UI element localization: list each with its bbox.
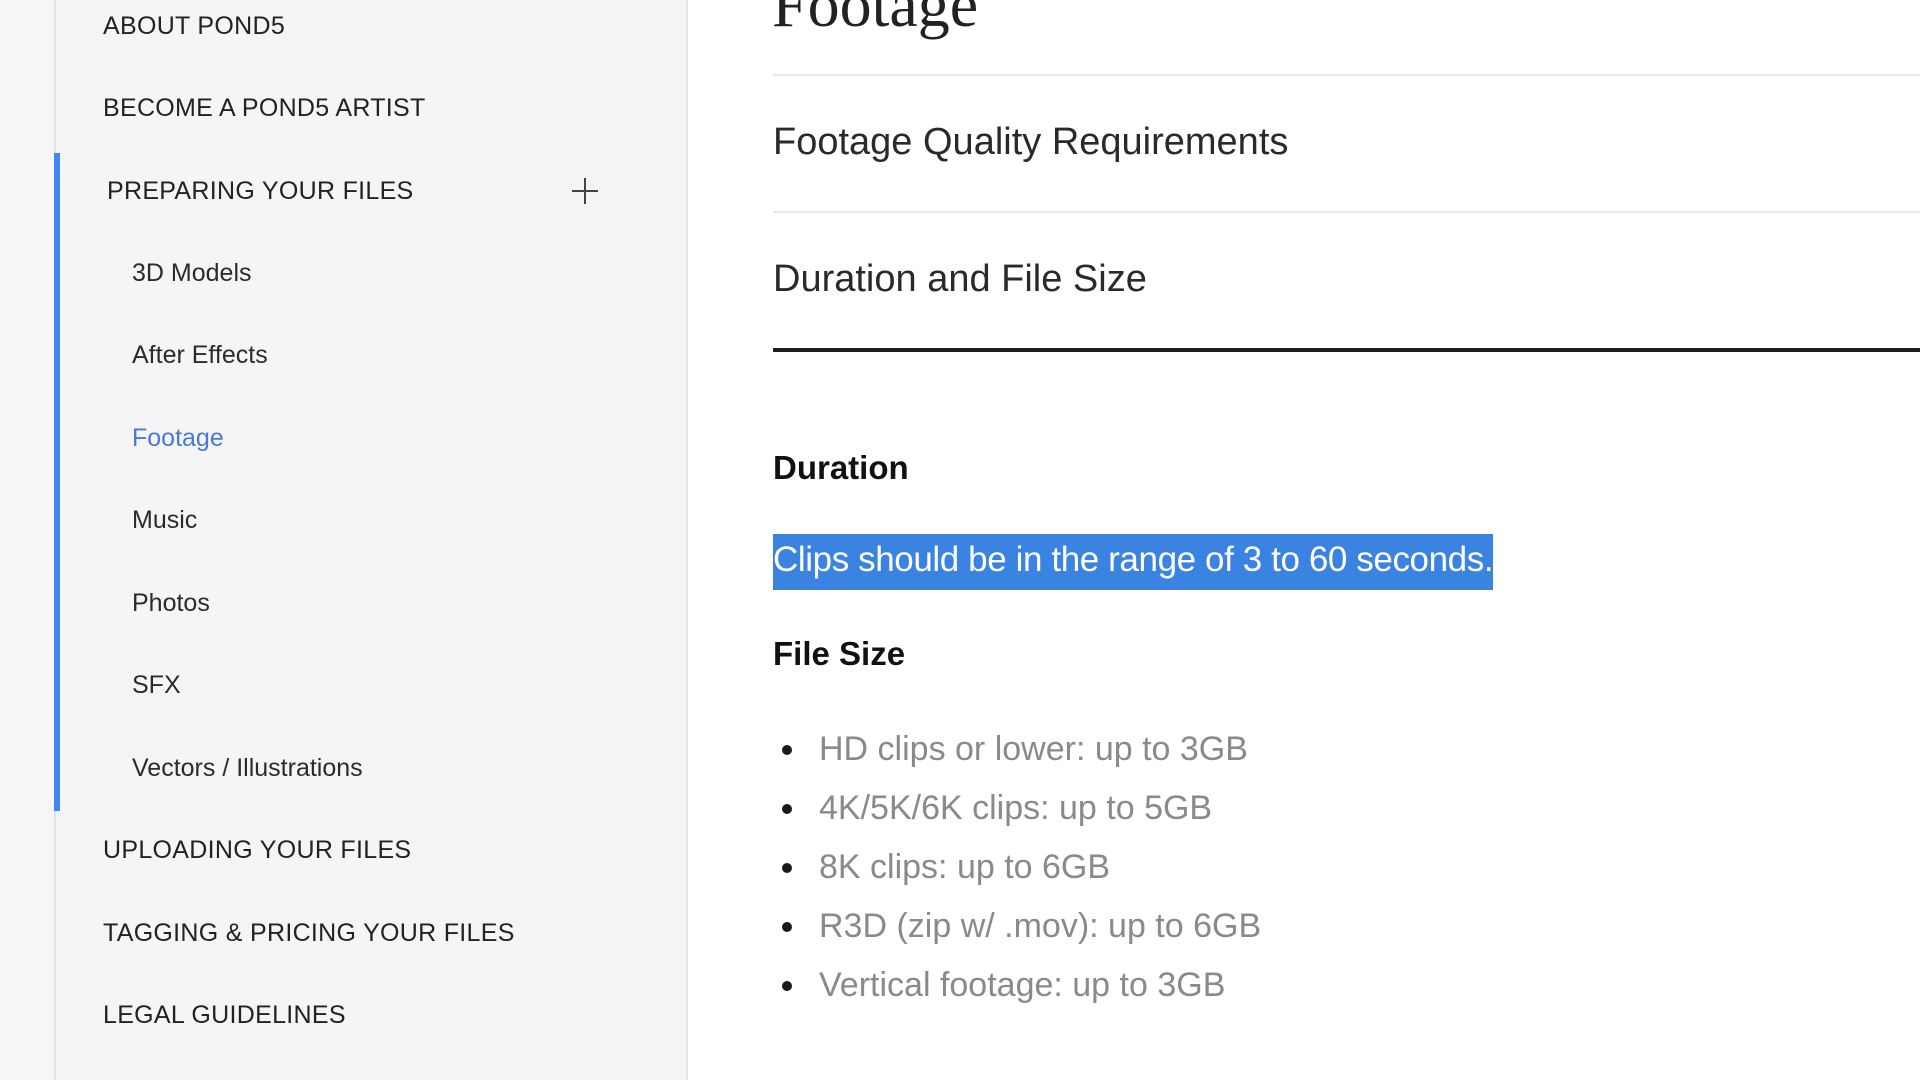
plus-icon[interactable] [572,178,598,204]
list-item: Vertical footage: up to 3GB [773,959,1261,1018]
bullet-icon [782,981,792,991]
list-item-text: 8K clips: up to 6GB [819,848,1111,886]
bullet-icon [782,922,792,932]
list-item: R3D (zip w/ .mov): up to 6GB [773,900,1261,959]
list-item: 4K/5K/6K clips: up to 5GB [773,782,1261,841]
list-item-text: HD clips or lower: up to 3GB [819,730,1248,768]
divider [773,211,1920,213]
bullet-icon [782,745,792,755]
sidebar-item-preparing-files[interactable]: PREPARING YOUR FILES [107,177,414,206]
accordion-footage-quality[interactable]: Footage Quality Requirements [773,121,1288,164]
duration-text-selected[interactable]: Clips should be in the range of 3 to 60 … [773,540,1494,580]
sidebar-item-legal[interactable]: LEGAL GUIDELINES [103,1001,346,1030]
divider [773,74,1920,76]
left-gutter [0,0,55,1080]
sidebar-subitem-vectors-illustrations[interactable]: Vectors / Illustrations [132,754,363,783]
sidebar-item-become-artist[interactable]: BECOME A POND5 ARTIST [103,94,426,123]
sidebar-subitem-music[interactable]: Music [132,506,197,535]
list-item-text: 4K/5K/6K clips: up to 5GB [819,789,1213,827]
bullet-icon [782,863,792,873]
page-title: Footage [772,0,979,40]
sidebar-subitem-sfx[interactable]: SFX [132,671,181,700]
sidebar-divider [686,0,688,1080]
list-item-text: Vertical footage: up to 3GB [819,966,1226,1004]
sidebar-subitem-3d-models[interactable]: 3D Models [132,259,252,288]
list-item: HD clips or lower: up to 3GB [773,723,1261,782]
bullet-icon [782,804,792,814]
active-accordion-divider [773,348,1920,352]
duration-heading: Duration [773,449,909,486]
sidebar-subitem-after-effects[interactable]: After Effects [132,341,268,370]
sidebar-subitem-footage[interactable]: Footage [132,424,224,453]
active-section-indicator [54,153,60,811]
sidebar-item-about[interactable]: ABOUT POND5 [103,12,285,41]
sidebar-item-tagging-pricing[interactable]: TAGGING & PRICING YOUR FILES [103,919,515,948]
file-size-list: HD clips or lower: up to 3GB 4K/5K/6K cl… [773,723,1261,1018]
file-size-heading: File Size [773,635,906,672]
accordion-duration-file-size[interactable]: Duration and File Size [773,258,1147,301]
sidebar-nav [56,0,686,1080]
sidebar-item-uploading[interactable]: UPLOADING YOUR FILES [103,836,411,865]
sidebar-subitem-photos[interactable]: Photos [132,589,210,618]
list-item: 8K clips: up to 6GB [773,841,1261,900]
list-item-text: R3D (zip w/ .mov): up to 6GB [819,907,1262,945]
